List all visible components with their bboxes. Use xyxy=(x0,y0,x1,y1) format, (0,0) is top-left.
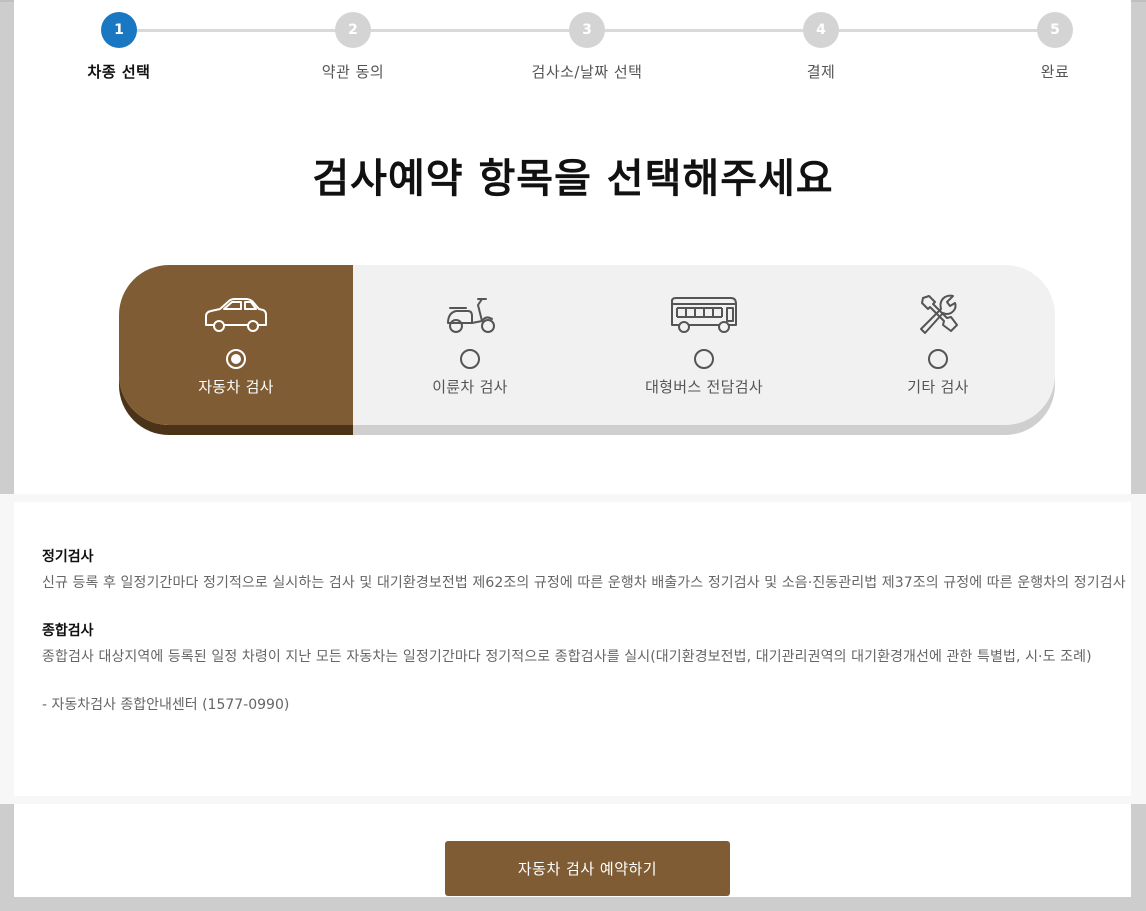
step-1-label: 차종 선택 xyxy=(87,63,151,81)
bus-icon xyxy=(669,293,739,337)
option-other-inspection[interactable]: 기타 검사 xyxy=(821,265,1055,425)
motorcycle-inspection-radio[interactable] xyxy=(460,349,480,369)
bus-inspection-label: 대형버스 전담검사 xyxy=(645,378,763,396)
step-3-number: 3 xyxy=(569,12,605,48)
progress-stepper: 1 차종 선택 2 약관 동의 3 검사소/날짜 선택 4 결제 5 완료 xyxy=(0,0,1146,90)
other-inspection-radio[interactable] xyxy=(928,349,948,369)
page-title: 검사예약 항목을 선택해주세요 xyxy=(312,156,834,202)
option-bus-inspection[interactable]: 대형버스 전담검사 xyxy=(587,265,821,425)
regular-inspection-text: 신규 등록 후 일정기간마다 정기적으로 실시하는 검사 및 대기환경보전법 제… xyxy=(42,575,1126,591)
car-inspection-label: 자동차 검사 xyxy=(198,378,274,396)
step-4: 4 결제 xyxy=(741,12,901,82)
step-3: 3 검사소/날짜 선택 xyxy=(507,12,667,82)
inspection-info-section: 정기검사 신규 등록 후 일정기간마다 정기적으로 실시하는 검사 및 대기환경… xyxy=(0,494,1146,804)
selector-options: 자동차 검사 이륜차 검사 대형버스 전담검사 기타 검사 xyxy=(119,265,1055,425)
step-5-number: 5 xyxy=(1037,12,1073,48)
tools-icon xyxy=(915,293,961,337)
step-2-label: 약관 동의 xyxy=(321,63,385,81)
regular-inspection-title: 정기검사 xyxy=(42,549,94,565)
step-1: 1 차종 선택 xyxy=(39,12,199,82)
contact-info: - 자동차검사 종합안내센터 (1577-0990) xyxy=(42,697,290,713)
option-car-inspection[interactable]: 자동차 검사 xyxy=(119,265,353,425)
other-inspection-label: 기타 검사 xyxy=(907,378,969,396)
step-4-label: 결제 xyxy=(806,63,836,81)
reserve-car-inspection-button[interactable]: 자동차 검사 예약하기 xyxy=(445,841,730,896)
step-5: 5 완료 xyxy=(975,12,1135,82)
step-2-number: 2 xyxy=(335,12,371,48)
option-motorcycle-inspection[interactable]: 이륜차 검사 xyxy=(353,265,587,425)
step-5-label: 완료 xyxy=(1040,63,1070,81)
step-2: 2 약관 동의 xyxy=(273,12,433,82)
comprehensive-inspection-title: 종합검사 xyxy=(42,623,94,639)
comprehensive-inspection-block: 종합검사 종합검사 대상지역에 등록된 일정 차령이 지난 모든 자동차는 일정… xyxy=(42,620,1131,670)
step-1-number: 1 xyxy=(101,12,137,48)
step-4-number: 4 xyxy=(803,12,839,48)
car-inspection-radio[interactable] xyxy=(226,349,246,369)
scooter-icon xyxy=(442,293,498,337)
inspection-type-selector: 자동차 검사 이륜차 검사 대형버스 전담검사 기타 검사 xyxy=(119,265,1055,435)
regular-inspection-block: 정기검사 신규 등록 후 일정기간마다 정기적으로 실시하는 검사 및 대기환경… xyxy=(42,546,1131,596)
bottom-border xyxy=(0,897,1146,911)
bus-inspection-radio[interactable] xyxy=(694,349,714,369)
inspection-info-panel: 정기검사 신규 등록 후 일정기간마다 정기적으로 실시하는 검사 및 대기환경… xyxy=(14,502,1131,796)
motorcycle-inspection-label: 이륜차 검사 xyxy=(432,378,508,396)
car-icon xyxy=(202,293,270,337)
comprehensive-inspection-text: 종합검사 대상지역에 등록된 일정 차령이 지난 모든 자동차는 일정기간마다 … xyxy=(42,649,1092,665)
step-3-label: 검사소/날짜 선택 xyxy=(531,63,643,81)
